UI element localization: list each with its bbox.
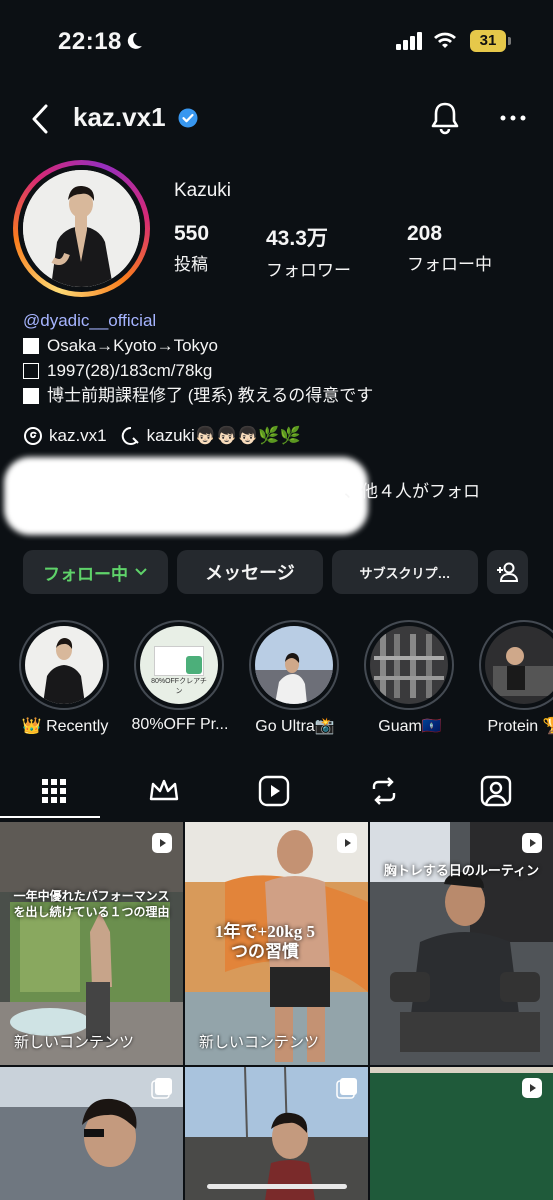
post-overlay-text: 胸トレする日のルーティン: [383, 863, 540, 878]
tab-reposts-icon[interactable]: [364, 771, 404, 811]
active-tab-indicator: [0, 816, 100, 818]
profile-header: kaz.vx1: [0, 96, 553, 144]
reel-icon: [522, 833, 542, 853]
post-thumbnail[interactable]: 1年で+20kg 5つの習慣 新しいコンテンツ: [185, 822, 368, 1065]
profile-username: kaz.vx1: [73, 102, 166, 132]
bio-text: Osaka→Kyoto→Tokyo: [47, 336, 219, 355]
posts-grid: 一年中優れたパフォーマンスを出し続けている１つの理由 新しいコンテンツ 1年で+…: [0, 822, 553, 1200]
post-caption: 新しいコンテンツ: [14, 1034, 135, 1051]
post-overlay-text: 1年で+20kg 5つの習慣: [215, 922, 315, 961]
reel-icon: [337, 833, 357, 853]
bio-text: 1997(28)/183cm/78kg: [47, 361, 213, 380]
profile-content-tabs: [0, 765, 553, 821]
tab-subscriptions-crown-icon[interactable]: [144, 771, 184, 811]
highlight-item[interactable]: Protein 🏆: [479, 620, 553, 735]
highlight-label: 80%OFF Pr...: [131, 716, 229, 733]
bio-text: 博士前期課程修了 (理系) 教えるの得意です: [47, 386, 374, 405]
post-caption: 新しいコンテンツ: [199, 1034, 320, 1051]
avatar: [23, 170, 140, 287]
battery-tip: [508, 37, 511, 45]
posts-label: 投稿: [174, 255, 208, 274]
redacted-area: [4, 457, 368, 535]
post-thumbnail[interactable]: [185, 1067, 368, 1200]
highlight-item[interactable]: Guam🇬🇺: [364, 620, 456, 735]
highlight-cover: [370, 626, 448, 704]
more-options-icon[interactable]: [498, 106, 528, 130]
add-person-icon: [496, 562, 518, 582]
empty-square-icon: [23, 362, 39, 379]
highlight-cover: [255, 626, 333, 704]
threads-link[interactable]: kaz.vx1: [49, 426, 107, 446]
threads-icon: [24, 427, 42, 445]
post-thumbnail[interactable]: [0, 1067, 183, 1200]
highlight-card-text: 80%OFFクレアチン: [151, 678, 207, 695]
bio-line: Osaka→Kyoto→Tokyo: [23, 333, 373, 358]
carousel-icon: [336, 1078, 357, 1099]
profile-avatar-story-ring[interactable]: [13, 160, 150, 297]
tab-tagged-icon[interactable]: [476, 771, 516, 811]
highlight-cover: 80%OFFクレアチン: [140, 626, 218, 704]
battery-level: 31: [470, 30, 506, 52]
followed-by-row[interactable]: 、他４人がフォロ: [0, 455, 553, 535]
story-highlights: 👑 Recently 80%OFFクレアチン 80%OFF Pr... Go U…: [0, 620, 553, 740]
reel-icon: [152, 833, 172, 853]
tab-grid-icon[interactable]: [34, 771, 74, 811]
bio-mention-link[interactable]: @dyadic__official: [23, 308, 373, 333]
status-bar: 22:18 31: [0, 0, 553, 80]
highlight-cover: [25, 626, 103, 704]
moon-icon: [127, 32, 142, 49]
display-name: Kazuki: [174, 180, 232, 201]
posts-count[interactable]: 550 投稿: [174, 222, 209, 275]
suggest-users-button[interactable]: [487, 550, 528, 594]
post-thumbnail[interactable]: 一年中優れたパフォーマンスを出し続けている１つの理由 新しいコンテンツ: [0, 822, 183, 1065]
highlight-label: Protein 🏆: [487, 718, 553, 735]
home-indicator[interactable]: [207, 1184, 347, 1189]
followers-label: フォロワー: [266, 261, 351, 280]
message-button[interactable]: メッセージ: [177, 550, 323, 594]
bio-line: 博士前期課程修了 (理系) 教えるの得意です: [23, 383, 373, 408]
crown-emoji: 👑: [21, 718, 42, 735]
post-thumbnail[interactable]: [370, 1067, 553, 1200]
profile-bio: @dyadic__official Osaka→Kyoto→Tokyo 1997…: [23, 308, 373, 408]
followers-value: 43.3万: [266, 227, 328, 250]
chevron-down-icon: [135, 568, 147, 576]
threads-mention-icon: [121, 426, 139, 445]
reel-icon: [522, 1078, 542, 1098]
back-arrow-icon[interactable]: [26, 102, 56, 136]
white-square-icon: [23, 387, 39, 404]
status-time: 22:18: [58, 28, 122, 55]
cellular-signal-icon: [396, 32, 422, 50]
highlight-label: Guam🇬🇺: [378, 718, 442, 735]
wifi-icon: [434, 32, 456, 48]
following-count[interactable]: 208 フォロー中: [407, 222, 492, 275]
profile-actions: フォロー中 メッセージ サブスクリプ…: [23, 550, 528, 594]
verified-badge-icon: [178, 108, 198, 128]
highlight-item[interactable]: Go Ultra📸: [249, 620, 341, 735]
notification-bell-icon[interactable]: [428, 100, 462, 136]
tab-reels-icon[interactable]: [254, 771, 294, 811]
following-value: 208: [407, 222, 443, 245]
followed-by-text: 、他４人がフォロ: [344, 482, 480, 501]
following-label: フォロー中: [407, 255, 492, 274]
post-thumbnail[interactable]: 胸トレする日のルーティン: [370, 822, 553, 1065]
carousel-icon: [151, 1078, 172, 1099]
external-links-row: kaz.vx1 kazuki👦🏻👦🏻👦🏻🌿🌿: [23, 426, 301, 446]
secondary-link[interactable]: kazuki👦🏻👦🏻👦🏻🌿🌿: [147, 426, 301, 446]
following-label: フォロー中: [43, 564, 128, 584]
white-square-icon: [23, 337, 39, 354]
highlight-item[interactable]: 80%OFFクレアチン 80%OFF Pr...: [132, 620, 228, 733]
highlight-cover: [485, 626, 553, 704]
highlight-item[interactable]: 👑 Recently: [19, 620, 111, 735]
post-overlay-text: 一年中優れたパフォーマンスを出し続けている１つの理由: [13, 889, 170, 919]
highlight-label: Recently: [46, 718, 109, 735]
followers-count[interactable]: 43.3万 フォロワー: [266, 222, 351, 281]
bio-line: 1997(28)/183cm/78kg: [23, 358, 373, 383]
subscribe-button[interactable]: サブスクリプ…: [332, 550, 478, 594]
posts-value: 550: [174, 222, 210, 245]
highlight-label: Go Ultra📸: [255, 718, 335, 735]
following-button[interactable]: フォロー中: [23, 550, 168, 594]
